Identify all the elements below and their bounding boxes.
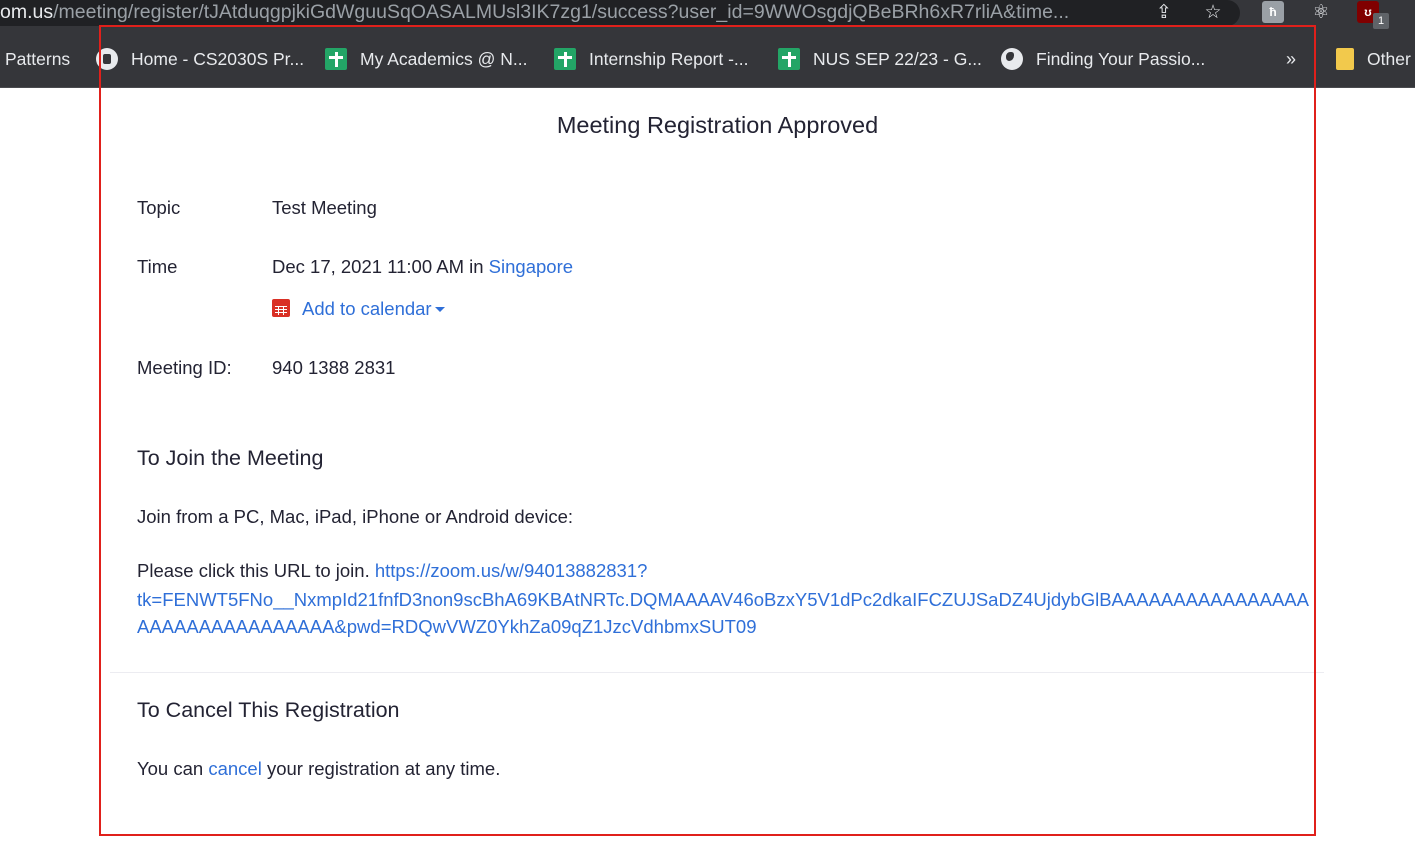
time-value: Dec 17, 2021 11:00 AM in: [272, 256, 484, 277]
bookmark-label: Internship Report -...: [589, 49, 749, 69]
bookmark-other[interactable]: Other: [1336, 46, 1411, 72]
browser-toolbar: om.us/meeting/register/tJAtduqgpjkiGdWgu…: [0, 0, 1415, 32]
url-host: om.us: [0, 1, 54, 23]
bookmark-label: Home - CS2030S Pr...: [131, 49, 305, 69]
time-label: Time: [137, 256, 178, 277]
timezone-link[interactable]: Singapore: [489, 256, 573, 277]
bookmark-finding-passion[interactable]: Finding Your Passio...: [1001, 46, 1205, 72]
bookmark-label: Finding Your Passio...: [1036, 49, 1206, 69]
bookmark-star-icon[interactable]: ☆: [1201, 2, 1225, 24]
bookmark-my-academics[interactable]: My Academics @ N...: [325, 46, 528, 72]
meeting-id-value: 940 1388 2831: [272, 357, 396, 378]
topic-value: Test Meeting: [272, 197, 377, 218]
address-bar-url[interactable]: om.us/meeting/register/tJAtduqgpjkiGdWgu…: [0, 0, 1138, 26]
join-devices-text: Join from a PC, Mac, iPad, iPhone or And…: [137, 506, 573, 527]
cancel-link[interactable]: cancel: [208, 758, 261, 779]
bookmark-label: NUS SEP 22/23 - G...: [813, 49, 982, 69]
url-path: /meeting/register/tJAtduqgpjkiGdWguuSqOA…: [53, 1, 1070, 23]
join-prompt-row: Please click this URL to join. https://z…: [137, 560, 647, 582]
bookmark-label: Other: [1367, 49, 1411, 69]
bookmark-cs2030s[interactable]: Home - CS2030S Pr...: [96, 46, 304, 72]
bookmarks-bar: Patterns Home - CS2030S Pr... My Academi…: [0, 32, 1415, 88]
join-heading: To Join the Meeting: [137, 446, 324, 470]
meeting-id-label: Meeting ID:: [137, 357, 232, 378]
add-to-calendar-button[interactable]: Add to calendar: [272, 298, 445, 320]
bookmark-internship-report[interactable]: Internship Report -...: [554, 46, 749, 72]
add-to-calendar-label: Add to calendar: [302, 298, 432, 319]
join-url-link-start[interactable]: https://zoom.us/w/94013882831?: [375, 560, 648, 581]
page-title: Meeting Registration Approved: [556, 112, 879, 138]
cancel-prefix: You can: [137, 758, 204, 779]
extension-h-icon[interactable]: ћ: [1262, 1, 1284, 23]
time-row: Dec 17, 2021 11:00 AM in Singapore: [272, 256, 573, 278]
bookmark-label: Patterns: [5, 49, 71, 69]
sheets-icon: [325, 48, 347, 70]
more-bookmarks-button[interactable]: »: [1286, 46, 1296, 72]
extension-badge-count: 1: [1373, 13, 1389, 29]
bookmark-patterns[interactable]: Patterns: [5, 46, 70, 72]
react-devtools-icon[interactable]: ⚛: [1309, 2, 1333, 24]
sheets-icon: [778, 48, 800, 70]
cancel-heading: To Cancel This Registration: [137, 698, 400, 722]
sheets-icon: [554, 48, 576, 70]
caret-down-icon: [434, 307, 445, 312]
join-prompt-text: Please click this URL to join.: [137, 560, 370, 581]
cancel-row: You can cancel your registration at any …: [137, 758, 500, 780]
bookmark-label: My Academics @ N...: [360, 49, 528, 69]
address-bar[interactable]: om.us/meeting/register/tJAtduqgpjkiGdWgu…: [0, 0, 1240, 26]
share-icon[interactable]: ⇪: [1152, 2, 1176, 24]
cancel-suffix: your registration at any time.: [266, 758, 501, 779]
globe-icon: [1001, 48, 1023, 70]
section-divider: [110, 672, 1324, 673]
canvas-icon: [96, 48, 118, 70]
join-url-link[interactable]: tk=FENWT5FNo__NxmpId21fnfD3non9scBhA69KB…: [137, 586, 1317, 640]
folder-icon: [1336, 48, 1354, 70]
calendar-icon: [272, 299, 290, 317]
topic-label: Topic: [137, 197, 181, 218]
bookmark-nus-sep[interactable]: NUS SEP 22/23 - G...: [778, 46, 982, 72]
